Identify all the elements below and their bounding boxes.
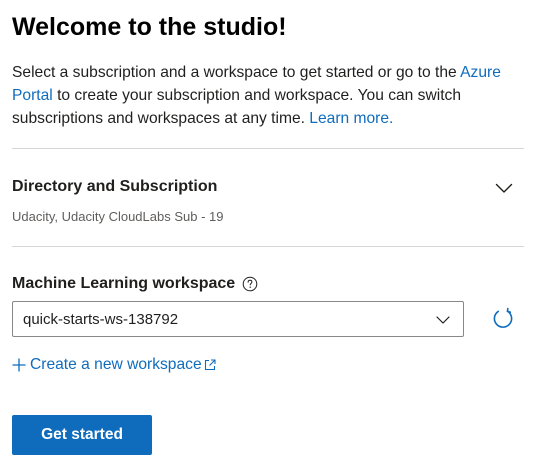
external-link-icon — [204, 359, 216, 371]
plus-icon — [12, 358, 26, 372]
workspace-dropdown[interactable]: quick-starts-ws-138792 — [12, 301, 464, 337]
directory-subscription-value: Udacity, Udacity CloudLabs Sub - 19 — [12, 209, 224, 224]
divider — [12, 148, 524, 149]
create-workspace-label: Create a new workspace — [30, 356, 202, 373]
refresh-icon[interactable] — [491, 307, 515, 331]
intro-text-part-2: to create your subscription and workspac… — [12, 87, 462, 127]
create-workspace-link[interactable]: Create a new workspace — [12, 354, 216, 376]
directory-subscription-toggle[interactable]: Directory and Subscription — [12, 176, 524, 200]
workspace-dropdown-value: quick-starts-ws-138792 — [23, 311, 179, 328]
page-title: Welcome to the studio! — [12, 13, 287, 41]
intro-text: Select a subscription and a workspace to… — [12, 61, 526, 130]
workspace-label-row: Machine Learning workspace — [12, 273, 258, 295]
question-circle-icon[interactable] — [242, 276, 258, 292]
learn-more-link[interactable]: Learn more. — [309, 110, 393, 127]
intro-text-part-1: Select a subscription and a workspace to… — [12, 64, 461, 81]
workspace-label: Machine Learning workspace — [12, 275, 236, 292]
chevron-down-icon[interactable] — [494, 178, 514, 198]
get-started-button[interactable]: Get started — [12, 415, 152, 455]
chevron-down-icon — [436, 316, 450, 324]
divider — [12, 246, 524, 247]
directory-subscription-label: Directory and Subscription — [12, 178, 218, 195]
